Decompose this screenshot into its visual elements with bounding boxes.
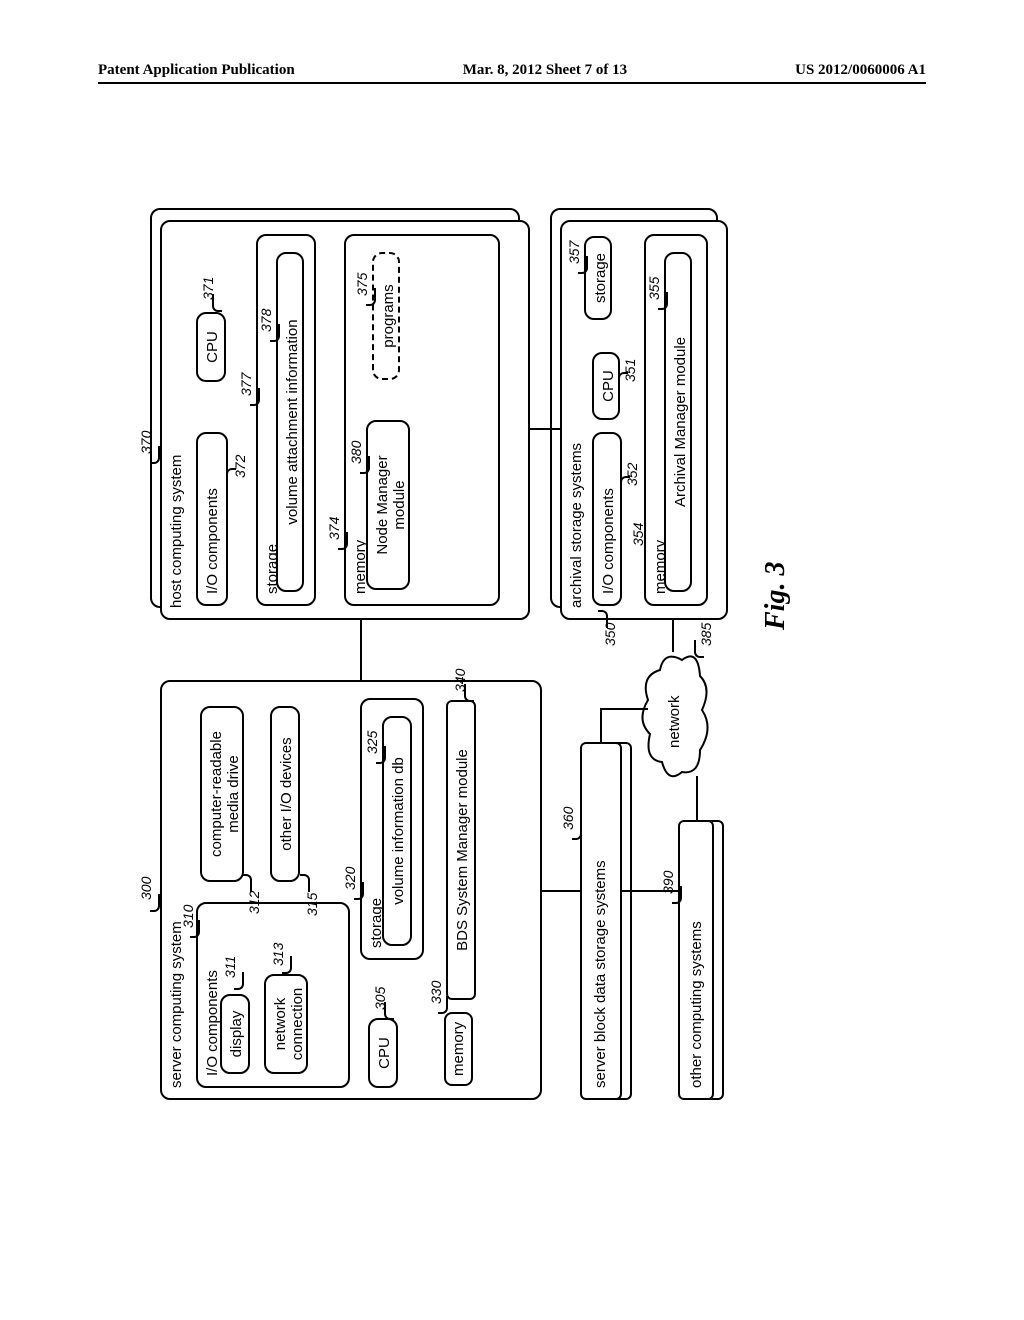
hook-icon <box>354 882 364 900</box>
display-label: display <box>228 1011 245 1058</box>
host-cpu-box: CPU <box>196 312 226 382</box>
ref-315: 315 <box>304 893 320 916</box>
ocs-label: other computing systems <box>688 921 705 1088</box>
hook-icon <box>438 996 448 1014</box>
network-label: network <box>666 695 683 748</box>
connector-line <box>542 890 580 892</box>
hook-icon <box>578 256 588 274</box>
hook-icon <box>234 972 244 990</box>
archival-manager-box: Archival Manager module <box>664 252 692 592</box>
programs-label: programs <box>380 284 397 347</box>
host-io-box: I/O components <box>196 432 228 606</box>
volume-db-label: volume information db <box>390 757 407 905</box>
hook-icon <box>242 874 252 892</box>
page-header: Patent Application Publication Mar. 8, 2… <box>98 62 926 84</box>
programs-box: programs <box>372 252 400 380</box>
archival-storage-box: storage <box>584 236 612 320</box>
server-block-data-storage-systems: server block data storage systems <box>580 742 622 1100</box>
volume-attachment-box: volume attachment information <box>276 252 304 592</box>
node-manager-box: Node Manager module <box>366 420 410 590</box>
connector-line <box>600 708 602 742</box>
media-drive-label: computer-readable media drive <box>208 731 242 857</box>
hook-icon <box>618 372 628 390</box>
network-connection-label: network connection <box>272 988 306 1061</box>
ref-312: 312 <box>246 891 262 914</box>
server-cpu-label: CPU <box>376 1037 393 1069</box>
hook-icon <box>190 920 200 938</box>
archival-cpu-box: CPU <box>592 352 620 420</box>
hook-icon <box>338 532 348 550</box>
volume-attachment-label: volume attachment information <box>284 319 301 524</box>
server-memory-box: memory <box>444 1012 473 1086</box>
node-manager-label: Node Manager module <box>374 455 408 554</box>
hook-icon <box>598 610 608 628</box>
connector-line <box>622 890 678 892</box>
archival-io-box: I/O components <box>592 432 622 606</box>
connector-line <box>696 776 698 820</box>
host-cpu-label: CPU <box>204 331 221 363</box>
archival-manager-label: Archival Manager module <box>672 337 689 507</box>
sbd-label: server block data storage systems <box>592 860 609 1088</box>
server-cpu-box: CPU <box>368 1018 398 1088</box>
hook-icon <box>150 894 160 912</box>
ref-354: 354 <box>630 523 646 546</box>
figure-label: Fig. 3 <box>760 562 792 630</box>
server-system-title: server computing system <box>168 921 185 1088</box>
hook-icon <box>150 446 160 464</box>
network-connection-box: network connection <box>264 974 308 1074</box>
connector-line <box>600 708 648 710</box>
volume-db-box: volume information db <box>382 716 412 946</box>
hook-icon <box>376 746 386 764</box>
header-left: Patent Application Publication <box>98 62 295 79</box>
hook-icon <box>366 288 376 306</box>
figure-canvas: server computing system 300 I/O componen… <box>160 200 840 1100</box>
other-io-label: other I/O devices <box>278 737 295 850</box>
hook-icon <box>250 388 260 406</box>
hook-icon <box>226 468 236 486</box>
hook-icon <box>270 324 280 342</box>
archival-cpu-label: CPU <box>600 370 617 402</box>
hook-icon <box>282 956 292 974</box>
server-memory-label: memory <box>450 1022 467 1076</box>
header-center: Mar. 8, 2012 Sheet 7 of 13 <box>463 62 627 79</box>
other-io-box: other I/O devices <box>270 706 300 882</box>
connector-line <box>530 428 560 430</box>
archival-io-label: I/O components <box>600 488 617 594</box>
hook-icon <box>300 874 310 892</box>
hook-icon <box>658 292 668 310</box>
host-io-label: I/O components <box>204 488 221 594</box>
archival-system-title: archival storage systems <box>568 443 585 608</box>
bds-module-box: BDS System Manager module <box>446 700 476 1000</box>
bds-module-label: BDS System Manager module <box>454 749 471 951</box>
hook-icon <box>620 476 630 494</box>
header-right: US 2012/0060006 A1 <box>795 62 926 79</box>
display-box: display <box>220 994 250 1074</box>
hook-icon <box>384 1002 394 1020</box>
figure-area: server computing system 300 I/O componen… <box>50 310 950 990</box>
connector-line <box>672 620 674 652</box>
hook-icon <box>464 684 474 702</box>
hook-icon <box>694 640 704 658</box>
archival-storage-label: storage <box>592 253 609 303</box>
hook-icon <box>572 822 582 840</box>
hook-icon <box>360 456 370 474</box>
io-components-label: I/O components <box>204 970 221 1076</box>
connector-line <box>360 620 362 680</box>
host-system-title: host computing system <box>168 455 185 608</box>
media-drive-box: computer-readable media drive <box>200 706 244 882</box>
other-computing-systems: other computing systems <box>678 820 714 1100</box>
hook-icon <box>672 886 682 904</box>
hook-icon <box>212 294 222 312</box>
